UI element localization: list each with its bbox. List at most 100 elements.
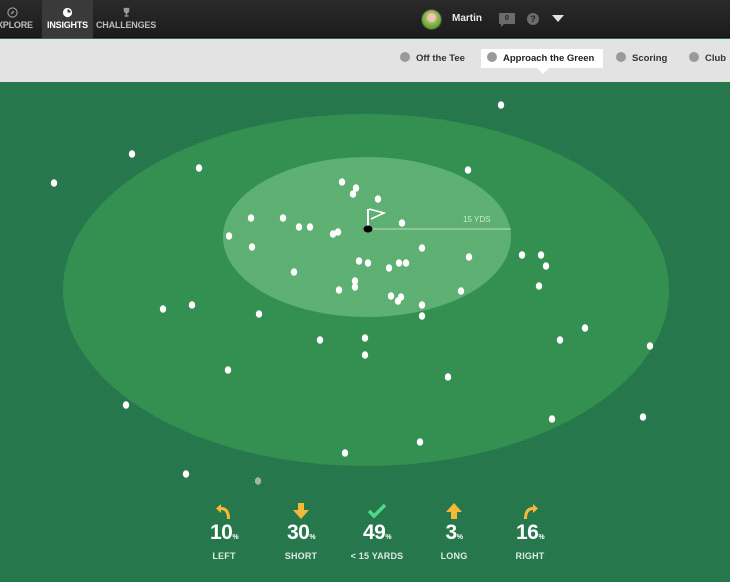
ball-marker <box>334 228 342 236</box>
stat-value: 49 <box>362 521 386 544</box>
nav-item-challenges[interactable]: CHALLENGES <box>96 0 156 38</box>
ball-marker <box>279 214 287 222</box>
ball-marker <box>188 301 196 309</box>
ball-marker <box>364 259 372 267</box>
stat-value: 3 <box>445 521 458 544</box>
ball-marker <box>182 470 190 478</box>
ball-marker <box>128 150 136 158</box>
ball-marker <box>537 251 545 259</box>
ball-marker <box>295 223 303 231</box>
stat-right: 16% RIGHT <box>490 502 570 561</box>
ball-marker <box>247 214 255 222</box>
user-name[interactable]: Martin <box>452 13 482 24</box>
nav-item-insights[interactable]: INSIGHTS <box>42 0 93 38</box>
nav-label: CHALLENGES <box>96 20 157 30</box>
ball-marker <box>306 223 314 231</box>
ball-marker <box>316 336 324 344</box>
stat-unit: % <box>385 534 392 541</box>
club-icon <box>689 52 699 62</box>
ball-marker <box>518 251 526 259</box>
ball-marker <box>639 413 647 421</box>
ball-marker <box>394 297 402 305</box>
stat-unit: % <box>232 534 239 541</box>
ball-marker <box>225 232 233 240</box>
trophy-icon <box>123 7 129 17</box>
stat-long: 3% LONG <box>414 502 494 561</box>
ball-marker <box>224 366 232 374</box>
stat-value: 16 <box>515 521 539 544</box>
stat-label: SHORT <box>284 551 318 561</box>
top-nav-bar: EXPLORE INSIGHTS CHALLENGES Martin 0 ? <box>0 0 730 38</box>
stat-within-15-yards: 49% < 15 YARDS <box>337 502 417 561</box>
stat-label: RIGHT <box>515 551 545 561</box>
ball-marker <box>335 286 343 294</box>
chevron-down-icon[interactable] <box>552 15 564 22</box>
stat-unit: % <box>538 534 545 541</box>
nav-label: INSIGHTS <box>47 20 88 30</box>
stat-short: 30% SHORT <box>261 502 341 561</box>
ball-marker <box>374 195 382 203</box>
tab-club[interactable]: Club <box>683 49 730 68</box>
stat-unit: % <box>309 534 316 541</box>
turn-right-arrow-icon <box>490 502 570 522</box>
ball-marker <box>387 292 395 300</box>
flag-icon <box>487 52 497 62</box>
pie-icon <box>62 7 73 18</box>
messages-icon[interactable]: 0 <box>499 13 515 27</box>
ball-marker <box>416 438 424 446</box>
stat-label: LEFT <box>212 551 236 561</box>
ball-marker <box>159 305 167 313</box>
ball-marker <box>548 415 556 423</box>
ball-marker <box>395 259 403 267</box>
ball-marker <box>50 179 58 187</box>
stat-label: < 15 YARDS <box>350 551 404 561</box>
scoring-icon <box>616 52 626 62</box>
tab-label: Club <box>705 53 727 64</box>
help-icon[interactable]: ? <box>527 13 539 25</box>
ball-marker-faded <box>254 477 262 485</box>
message-count: 0 <box>505 15 509 22</box>
ball-marker <box>122 401 130 409</box>
nav-item-explore[interactable]: EXPLORE <box>0 0 34 38</box>
tab-scoring[interactable]: Scoring <box>610 49 678 68</box>
tab-approach-the-green[interactable]: Approach the Green <box>481 49 603 74</box>
ball-marker <box>535 282 543 290</box>
ball-marker <box>341 449 349 457</box>
stat-value: 10 <box>209 521 233 544</box>
ball-marker <box>248 243 256 251</box>
ball-marker <box>646 342 654 350</box>
ball-marker <box>338 178 346 186</box>
ball-marker <box>355 257 363 265</box>
ball-marker <box>464 166 472 174</box>
ball-marker <box>361 351 369 359</box>
nav-label: EXPLORE <box>0 20 33 30</box>
ball-marker <box>398 219 406 227</box>
tab-label: Approach the Green <box>503 53 595 64</box>
ball-marker <box>418 301 426 309</box>
stat-label: LONG <box>440 551 468 561</box>
turn-left-arrow-icon <box>184 502 264 522</box>
ball-marker <box>290 268 298 276</box>
ball-marker <box>465 253 473 261</box>
compass-icon <box>6 7 18 18</box>
ball-marker <box>418 244 426 252</box>
down-arrow-icon <box>261 502 341 522</box>
avatar[interactable] <box>421 9 442 30</box>
insights-tab-bar: Off the Tee Approach the Green Scoring C… <box>0 39 730 82</box>
distance-label: 15 YDS <box>463 215 490 224</box>
stat-left: 10% LEFT <box>184 502 264 561</box>
tab-off-the-tee[interactable]: Off the Tee <box>394 49 474 68</box>
ball-marker <box>351 283 359 291</box>
ball-marker <box>361 334 369 342</box>
ball-marker <box>402 259 410 267</box>
stat-value: 30 <box>286 521 310 544</box>
approach-stats: 10% LEFT 30% SHORT 49% < 15 YARDS 3% LON… <box>0 500 730 582</box>
ball-marker <box>349 190 357 198</box>
up-arrow-icon <box>414 502 494 522</box>
ball-marker <box>556 336 564 344</box>
ball-marker <box>497 101 505 109</box>
ball-marker <box>418 312 426 320</box>
ball-marker <box>255 310 263 318</box>
ball-marker <box>195 164 203 172</box>
hole <box>363 225 373 233</box>
